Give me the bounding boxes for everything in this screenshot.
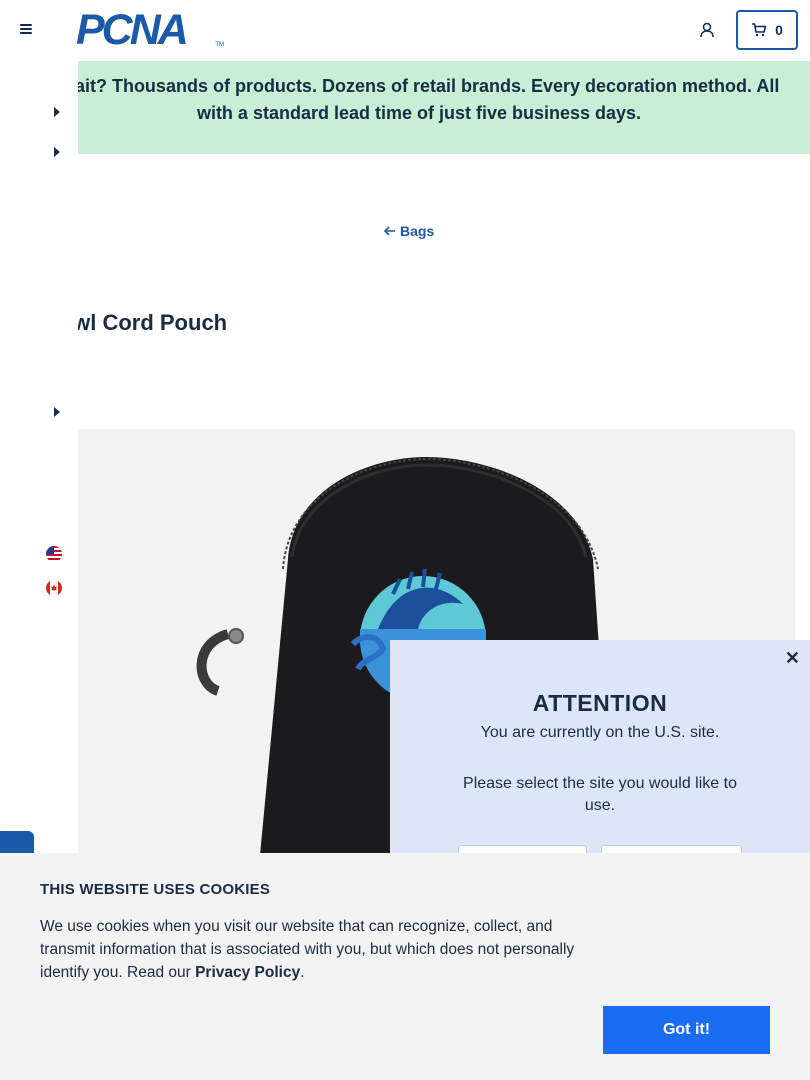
privacy-policy-link[interactable]: Privacy Policy (195, 964, 300, 981)
close-icon[interactable]: ✕ (785, 648, 800, 669)
page: PCNA TM 0 Wait? Thousands of products. D… (0, 0, 810, 1080)
site-header: PCNA TM 0 (0, 0, 810, 60)
cart-count: 0 (775, 22, 783, 38)
product-title-container: Owl Cord Pouch (78, 310, 478, 344)
site-selection-modal: ✕ ATTENTION You are currently on the U.S… (390, 640, 810, 885)
cookie-text: We use cookies when you visit our websit… (40, 915, 610, 984)
pcna-logo[interactable]: PCNA TM (76, 9, 224, 52)
logo-trademark: TM (215, 42, 224, 48)
product-title: Owl Cord Pouch (78, 310, 228, 335)
cart-icon (752, 23, 767, 37)
promo-banner-text: Wait? Thousands of products. Dozens of r… (78, 76, 780, 123)
canada-flag-icon[interactable] (46, 580, 62, 596)
us-flag-icon[interactable] (46, 546, 62, 562)
back-to-category-link[interactable]: Bags (384, 223, 434, 239)
cart-button[interactable]: 0 (736, 10, 798, 50)
caret-right-icon[interactable] (54, 107, 60, 117)
cookie-body-end: . (300, 964, 305, 981)
cookie-banner: THIS WEBSITE USES COOKIES We use cookies… (0, 853, 810, 1080)
modal-title: ATTENTION (532, 690, 668, 716)
modal-instruction-text: Please select the site you would like to… (463, 775, 737, 814)
back-link-label: Bags (400, 223, 435, 239)
menu-icon[interactable] (20, 22, 36, 38)
accept-cookies-button[interactable]: Got it! (603, 1006, 770, 1054)
arrow-left-icon (384, 226, 395, 236)
logo-text: PCNA (76, 6, 189, 54)
caret-right-icon[interactable] (54, 147, 60, 157)
user-icon[interactable] (698, 21, 716, 39)
cookie-title: THIS WEBSITE USES COOKIES (40, 881, 271, 898)
modal-current-site-text: You are currently on the U.S. site. (480, 724, 720, 741)
cookie-body: We use cookies when you visit our websit… (40, 918, 575, 981)
promo-banner: Wait? Thousands of products. Dozens of r… (78, 61, 810, 154)
caret-right-icon[interactable] (54, 407, 60, 417)
